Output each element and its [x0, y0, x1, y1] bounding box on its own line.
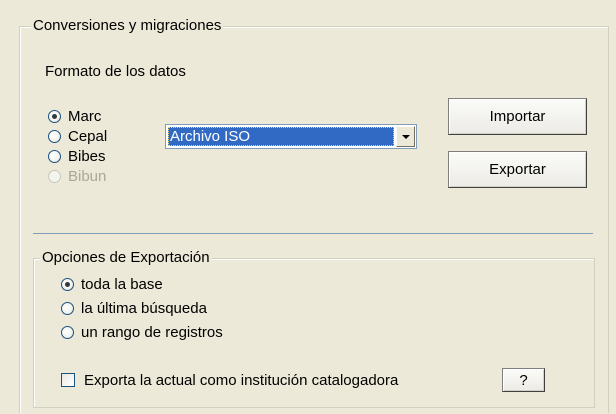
radio-whole-base-label: toda la base: [81, 275, 163, 293]
help-button[interactable]: ?: [502, 368, 545, 392]
radio-marc[interactable]: Marc: [48, 106, 101, 126]
radio-whole-base[interactable]: toda la base: [61, 274, 163, 294]
radio-marc-label: Marc: [68, 107, 102, 125]
radio-bibun-label: Bibun: [68, 167, 107, 185]
import-button[interactable]: Importar: [448, 98, 587, 135]
export-options-title: Opciones de Exportación: [40, 248, 212, 268]
radio-bibun: Bibun: [48, 166, 106, 186]
export-button[interactable]: Exportar: [448, 151, 587, 188]
cataloging-institution-label: Exporta la actual como institución catal…: [84, 371, 399, 389]
radio-circle-icon[interactable]: [61, 325, 74, 339]
radio-last-search-label: la última búsqueda: [81, 299, 207, 317]
conversion-group-title: Conversiones y migraciones: [31, 16, 224, 36]
radio-bibes[interactable]: Bibes: [48, 146, 106, 166]
radio-circle-icon[interactable]: [48, 149, 61, 163]
file-type-select[interactable]: Archivo ISO: [165, 124, 417, 149]
radio-circle-icon[interactable]: [61, 277, 74, 291]
radio-circle-icon: [48, 169, 61, 183]
chevron-down-icon: [401, 134, 410, 139]
radio-circle-icon[interactable]: [61, 301, 74, 315]
cataloging-institution-checkbox[interactable]: Exporta la actual como institución catal…: [61, 369, 398, 391]
separator-line: [33, 233, 593, 234]
checkbox-box-icon[interactable]: [61, 373, 75, 387]
dropdown-button[interactable]: [396, 126, 415, 147]
radio-record-range-label: un rango de registros: [81, 323, 223, 341]
radio-circle-icon[interactable]: [48, 129, 61, 143]
radio-cepal[interactable]: Cepal: [48, 126, 107, 146]
radio-cepal-label: Cepal: [68, 127, 108, 145]
radio-bibes-label: Bibes: [68, 147, 106, 165]
radio-circle-icon[interactable]: [48, 109, 61, 123]
radio-record-range[interactable]: un rango de registros: [61, 322, 223, 342]
radio-last-search[interactable]: la última búsqueda: [61, 298, 207, 318]
data-format-label: Formato de los datos: [45, 63, 186, 80]
file-type-select-value[interactable]: Archivo ISO: [168, 127, 394, 146]
